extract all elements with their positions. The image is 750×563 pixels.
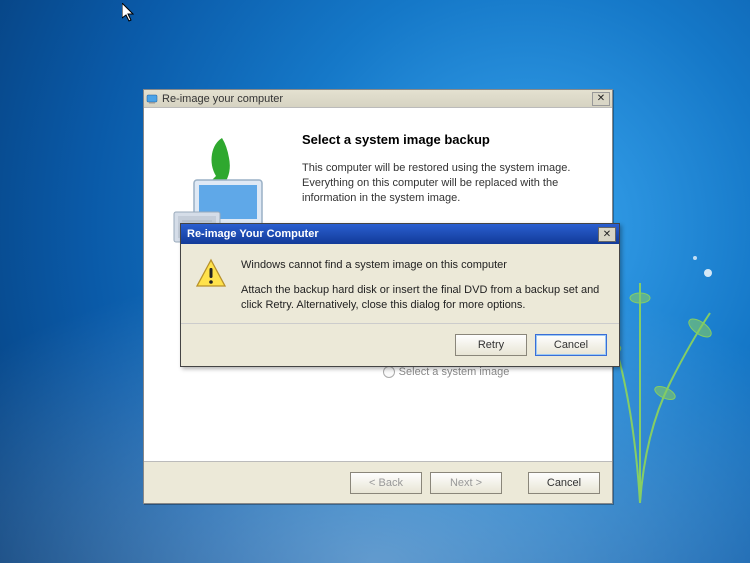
dialog-footer: Retry Cancel xyxy=(181,323,619,366)
cancel-button[interactable]: Cancel xyxy=(528,472,600,494)
radio-select-image[interactable]: Select a system image xyxy=(302,366,590,378)
titlebar[interactable]: Re-image your computer ✕ xyxy=(144,90,612,108)
close-button[interactable]: ✕ xyxy=(592,92,610,106)
error-dialog: Re-image Your Computer ✕ Windows cannot … xyxy=(180,223,620,367)
back-button[interactable]: < Back xyxy=(350,472,422,494)
radio-icon xyxy=(383,366,395,378)
window-title: Re-image your computer xyxy=(162,93,592,105)
dialog-body: Windows cannot find a system image on th… xyxy=(181,244,619,323)
dialog-text: Windows cannot find a system image on th… xyxy=(241,258,605,313)
warning-icon xyxy=(195,258,227,290)
next-button[interactable]: Next > xyxy=(430,472,502,494)
mouse-cursor-icon xyxy=(122,3,138,23)
dialog-title: Re-image Your Computer xyxy=(184,228,598,240)
wizard-footer: < Back Next > Cancel xyxy=(144,461,612,503)
app-icon xyxy=(146,93,158,105)
page-description: This computer will be restored using the… xyxy=(302,161,590,206)
dialog-titlebar[interactable]: Re-image Your Computer ✕ xyxy=(181,224,619,244)
dialog-message-2: Attach the backup hard disk or insert th… xyxy=(241,283,605,313)
dialog-close-button[interactable]: ✕ xyxy=(598,227,616,242)
dialog-message-1: Windows cannot find a system image on th… xyxy=(241,258,605,273)
radio-label: Select a system image xyxy=(399,366,510,378)
dialog-cancel-button[interactable]: Cancel xyxy=(535,334,607,356)
page-heading: Select a system image backup xyxy=(302,132,590,147)
desktop-background: Re-image your computer ✕ S xyxy=(0,0,750,563)
retry-button[interactable]: Retry xyxy=(455,334,527,356)
